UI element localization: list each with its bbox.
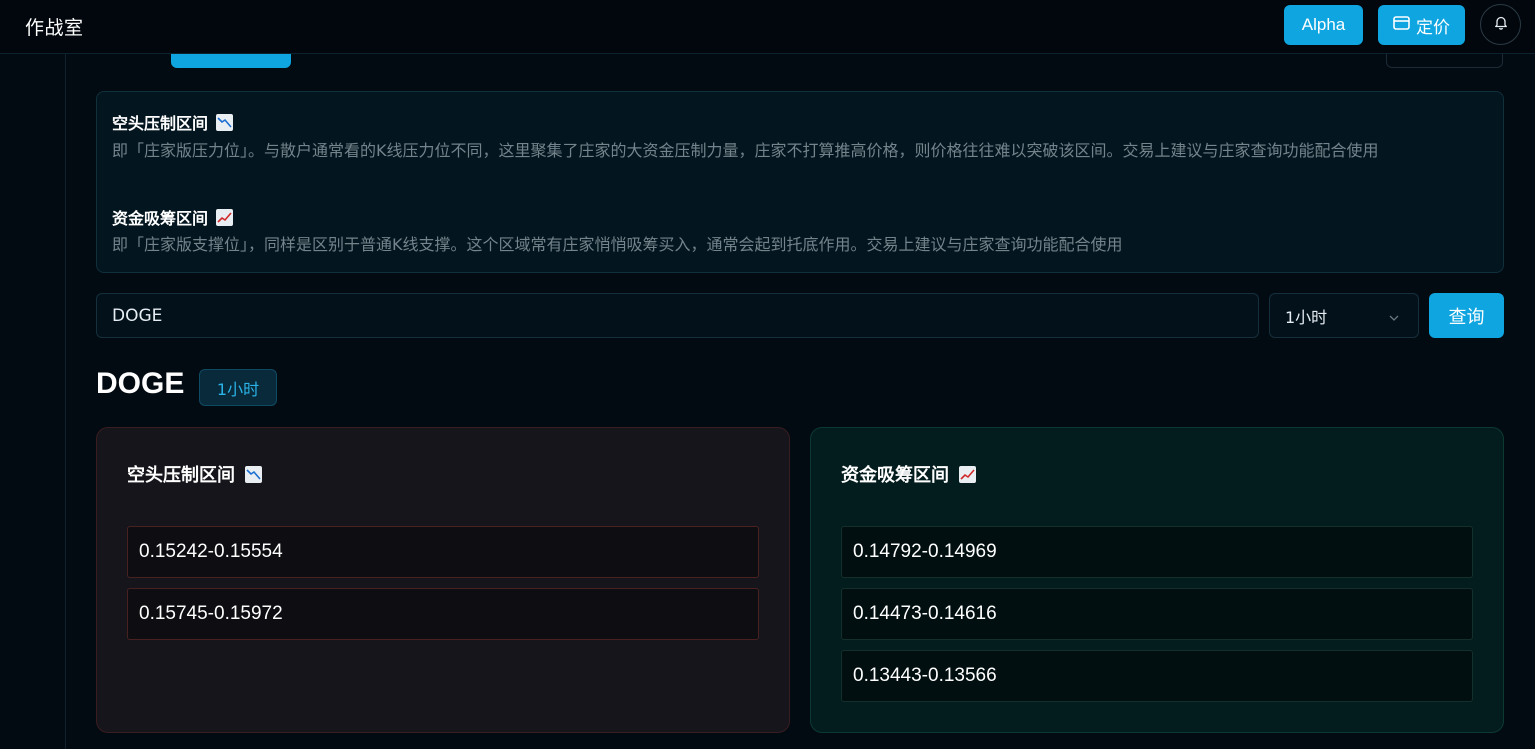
- alpha-button[interactable]: Alpha: [1284, 5, 1363, 45]
- bull-zone-item: 0.14473-0.14616: [841, 588, 1473, 640]
- bear-card-title: 空头压制区间: [127, 461, 262, 487]
- interval-badge: 1小时: [199, 369, 277, 406]
- symbol-input[interactable]: DOGE: [96, 293, 1259, 338]
- interval-select-value: 1小时: [1285, 307, 1328, 327]
- bear-zone-item: 0.15242-0.15554: [127, 526, 759, 578]
- app-title: 作战室: [25, 17, 84, 39]
- header-control[interactable]: [1386, 54, 1503, 68]
- chart-up-icon: [959, 465, 976, 483]
- interval-select[interactable]: 1小时: [1269, 293, 1419, 338]
- bull-zone-item: 0.14792-0.14969: [841, 526, 1473, 578]
- chevron-down-icon: [1388, 309, 1400, 328]
- header-tag: [171, 54, 291, 68]
- bull-card-title: 资金吸筹区间: [841, 461, 976, 487]
- bear-zone-item: 0.15745-0.15972: [127, 588, 759, 640]
- bull-card-title-text: 资金吸筹区间: [841, 465, 949, 486]
- bell-icon: [1494, 15, 1508, 34]
- bull-zones-card: 资金吸筹区间 0.14792-0.14969 0.14473-0.14616 0…: [810, 427, 1504, 733]
- info-panel: 空头压制区间 即「庄家版压力位」。与散户通常看的K线压力位不同，这里聚集了庄家的…: [96, 91, 1504, 273]
- pricing-button[interactable]: 定价: [1378, 5, 1465, 45]
- bull-zone-item: 0.13443-0.13566: [841, 650, 1473, 702]
- chart-down-icon: [216, 113, 234, 131]
- query-button[interactable]: 查询: [1429, 293, 1504, 338]
- chart-up-icon: [216, 208, 234, 226]
- card-icon: [1393, 15, 1410, 35]
- bull-info-title: 资金吸筹区间: [112, 205, 234, 229]
- top-bar: 作战室 Alpha 定价: [0, 0, 1535, 54]
- chart-down-icon: [245, 465, 262, 483]
- bear-card-title-text: 空头压制区间: [127, 465, 235, 486]
- notification-button[interactable]: [1480, 4, 1521, 45]
- bear-info-desc: 即「庄家版压力位」。与散户通常看的K线压力位不同，这里聚集了庄家的大资金压制力量…: [112, 141, 1379, 160]
- sidebar: [0, 54, 66, 749]
- bear-info-title: 空头压制区间: [112, 110, 234, 134]
- bear-zones-card: 空头压制区间 0.15242-0.15554 0.15745-0.15972: [96, 427, 790, 733]
- bear-info-title-text: 空头压制区间: [112, 114, 209, 133]
- bull-info-title-text: 资金吸筹区间: [112, 209, 209, 228]
- section-header-partial: [96, 54, 1504, 68]
- pricing-label: 定价: [1416, 17, 1450, 38]
- symbol-title: DOGE: [96, 367, 185, 400]
- bull-info-desc: 即「庄家版支撑位」，同样是区别于普通K线支撑。这个区域常有庄家悄悄吸筹买入，通常…: [112, 235, 1123, 254]
